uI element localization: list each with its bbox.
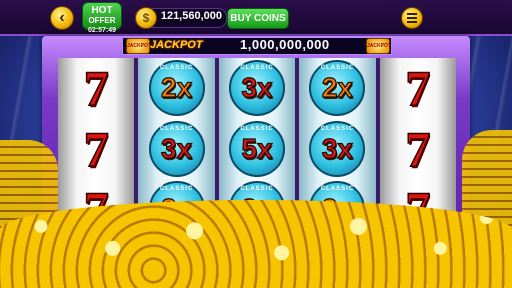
jackpot-label: JACKPOT xyxy=(150,39,203,51)
hamburger-menu-icon-line xyxy=(407,17,417,19)
multiplier-value: 2x xyxy=(321,72,353,104)
hot-offer-line2: OFFER xyxy=(88,16,116,25)
gold-coin-pile xyxy=(0,200,512,288)
menu-button[interactable] xyxy=(401,7,423,29)
multiplier-value: 2x xyxy=(160,72,193,104)
seven-symbol: 7 xyxy=(83,120,110,177)
classic-ribbon: CLASSIC xyxy=(159,125,194,132)
reel-cell: CLASSIC3x xyxy=(138,119,214,180)
classic-ribbon: CLASSIC xyxy=(240,65,274,72)
jackpot-amount: 1,000,000,000 xyxy=(240,37,330,52)
buy-coins-button[interactable]: BUY COINS xyxy=(227,8,289,29)
hot-offer-button[interactable]: HOT OFFER xyxy=(82,2,122,30)
reel-cell: 7 xyxy=(58,119,134,180)
multiplier-symbol: CLASSIC 5x xyxy=(229,120,286,177)
classic-ribbon: CLASSIC xyxy=(159,186,194,193)
seven-symbol: 7 xyxy=(405,60,432,117)
multiplier-value: 5x xyxy=(241,132,273,164)
multiplier-value: 3x xyxy=(321,132,353,164)
offer-timer: 02:57:49 xyxy=(87,27,117,34)
classic-ribbon: CLASSIC xyxy=(159,65,194,72)
hot-offer-line1: HOT xyxy=(91,5,113,16)
back-button[interactable]: ‹ xyxy=(50,6,74,30)
reel-cell: CLASSIC2x xyxy=(299,58,375,119)
classic-ribbon: CLASSIC xyxy=(320,125,355,132)
multiplier-symbol: CLASSIC3x xyxy=(229,60,286,117)
multiplier-value: 3x xyxy=(160,132,193,164)
multiplier-symbol: CLASSIC2x xyxy=(309,60,366,117)
reel-cell: CLASSIC3x xyxy=(299,119,375,180)
classic-ribbon: CLASSIC xyxy=(320,65,355,72)
reel-cell: 7 xyxy=(58,58,134,119)
multiplier-symbol: CLASSIC2x xyxy=(148,60,205,117)
hamburger-menu-icon xyxy=(407,13,417,15)
reel-cell: CLASSIC 5x xyxy=(219,119,295,180)
classic-ribbon: CLASSIC xyxy=(320,186,355,193)
multiplier-symbol: CLASSIC3x xyxy=(309,120,366,177)
multiplier-value: 3x xyxy=(241,72,273,104)
back-arrow-icon: ‹ xyxy=(59,9,65,26)
jackpot-badge-right: JACKPOT xyxy=(366,38,391,54)
hamburger-menu-icon-line xyxy=(407,21,417,23)
reel-cell: 7 xyxy=(380,58,456,119)
reel-cell: CLASSIC3x xyxy=(219,58,295,119)
seven-symbol: 7 xyxy=(83,60,110,117)
seven-symbol: 7 xyxy=(405,120,432,177)
classic-ribbon: CLASSIC xyxy=(240,186,274,193)
reel-cell: CLASSIC2x xyxy=(138,58,214,119)
reel-cell: 7 xyxy=(380,119,456,180)
coin-balance: 121,560,000 xyxy=(160,10,222,22)
multiplier-symbol: CLASSIC3x xyxy=(148,120,205,177)
classic-ribbon: CLASSIC xyxy=(240,125,274,132)
coin-icon: $ xyxy=(135,7,157,29)
jackpot-badge-left: JACKPOT xyxy=(126,38,151,54)
